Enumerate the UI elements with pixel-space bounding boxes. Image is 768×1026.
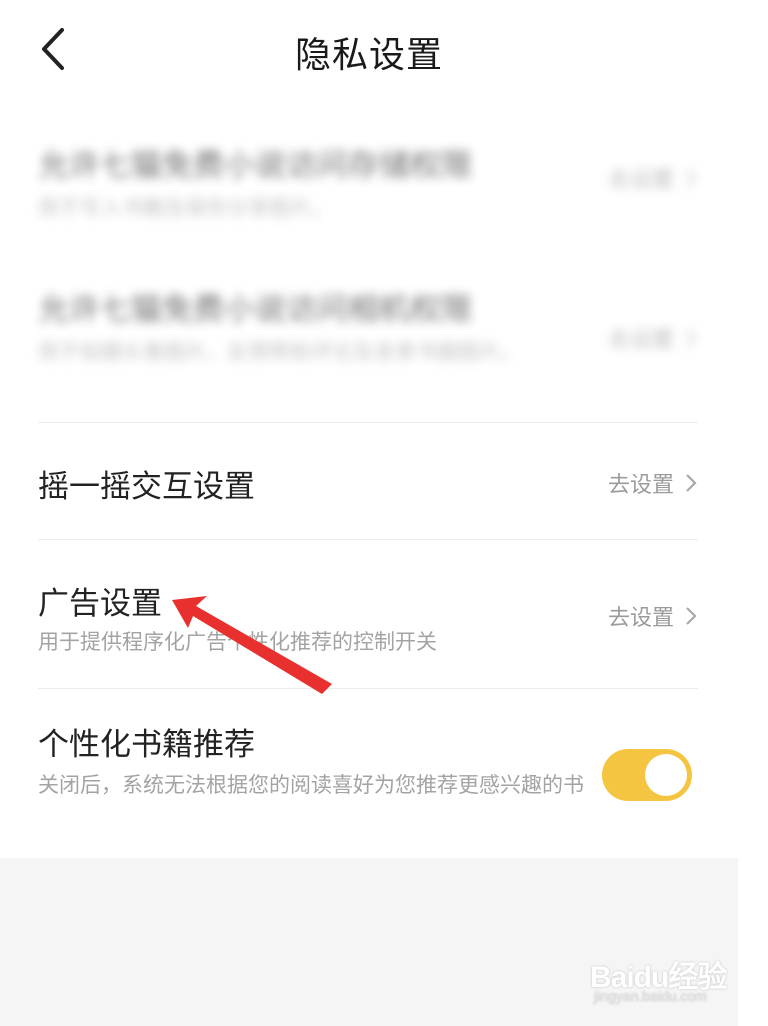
page-title: 隐私设置 xyxy=(294,35,443,76)
setting-row-shake[interactable]: 摇一摇交互设置 去设置 xyxy=(38,423,698,539)
setting-desc: 用于写入书籍及保存分享图片。 xyxy=(38,196,332,220)
setting-title: 个性化书籍推荐 xyxy=(38,727,255,763)
go-settings-link[interactable]: 去设置 xyxy=(608,162,698,194)
action-label: 去设置 xyxy=(607,168,674,193)
setting-row-camera-permission[interactable]: 允许七猫免费小说访问相机权限 用于拍摄头像图片、反馈帮助评论及发表书圈图片。 去… xyxy=(38,280,698,420)
header: 隐私设置 xyxy=(0,0,738,100)
personalized-toggle[interactable] xyxy=(602,749,692,801)
go-settings-link[interactable]: 去设置 xyxy=(608,467,698,499)
go-settings-link[interactable]: 去设置 xyxy=(608,600,698,632)
setting-title: 允许七猫免费小说访问相机权限 xyxy=(38,292,472,328)
action-label: 去设置 xyxy=(607,473,674,498)
setting-title: 摇一摇交互设置 xyxy=(38,469,255,505)
setting-row-personalized: 个性化书籍推荐 关闭后，系统无法根据您的阅读喜好为您推荐更感兴趣的书 xyxy=(38,689,698,858)
setting-title: 允许七猫免费小说访问存储权限 xyxy=(38,148,472,184)
watermark-url: jingyan.baidu.com xyxy=(594,988,707,1004)
action-label: 去设置 xyxy=(607,328,674,353)
chevron-right-icon xyxy=(686,169,697,187)
setting-desc: 用于拍摄头像图片、反馈帮助评论及发表书圈图片。 xyxy=(38,340,521,364)
chevron-right-icon xyxy=(686,329,697,347)
setting-desc: 关闭后，系统无法根据您的阅读喜好为您推荐更感兴趣的书 xyxy=(38,773,584,797)
right-edge xyxy=(738,0,768,1026)
settings-list: 允许七猫免费小说访问存储权限 用于写入书籍及保存分享图片。 去设置 允许七猫免费… xyxy=(0,100,738,858)
setting-desc: 用于提供程序化广告个性化推荐的控制开关 xyxy=(38,630,437,654)
setting-row-ads[interactable]: 广告设置 用于提供程序化广告个性化推荐的控制开关 去设置 xyxy=(38,540,698,688)
baidu-watermark: Baidu经验 jingyan.baidu.com xyxy=(590,948,730,1008)
setting-row-storage-permission[interactable]: 允许七猫免费小说访问存储权限 用于写入书籍及保存分享图片。 去设置 xyxy=(38,136,698,246)
setting-title: 广告设置 xyxy=(38,586,162,622)
chevron-right-icon xyxy=(686,607,697,625)
chevron-right-icon xyxy=(686,474,697,492)
action-label: 去设置 xyxy=(607,606,674,631)
toggle-knob xyxy=(645,754,687,796)
go-settings-link[interactable]: 去设置 xyxy=(608,322,698,354)
